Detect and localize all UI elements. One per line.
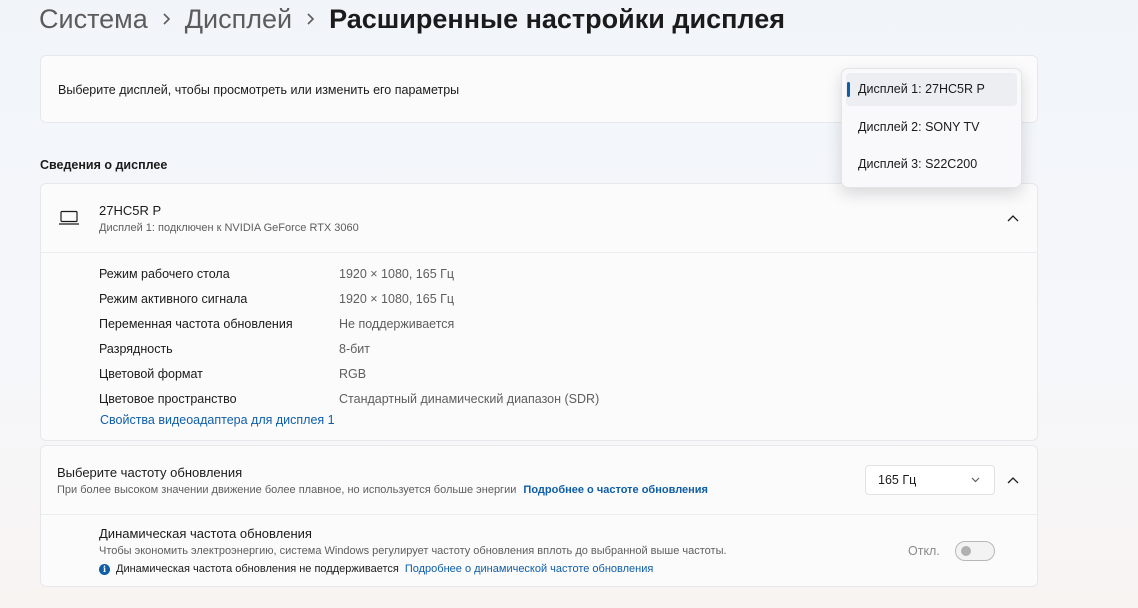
menu-item-display-2[interactable]: Дисплей 2: SONY TV: [846, 111, 1017, 144]
monitor-icon: [59, 210, 79, 225]
display-info-header[interactable]: 27HC5R P Дисплей 1: подключен к NVIDIA G…: [41, 184, 1037, 253]
refresh-rate-title: Выберите частоту обновления: [57, 465, 243, 480]
display-info-card: 27HC5R P Дисплей 1: подключен к NVIDIA G…: [40, 183, 1038, 441]
dynamic-refresh-title: Динамическая частота обновления: [99, 526, 312, 541]
property-value: 1920 × 1080, 165 Гц: [339, 292, 455, 306]
refresh-rate-description: При более высоком значении движение боле…: [57, 484, 517, 496]
property-value: 8-бит: [339, 342, 370, 356]
property-key: Цветовое пространство: [99, 392, 237, 406]
refresh-rate-subtitle: При более высоком значении движение боле…: [57, 484, 708, 496]
menu-item-label: Дисплей 1: 27HC5R P: [858, 82, 985, 96]
toggle-knob: [961, 546, 971, 556]
dynamic-refresh-subtitle: Чтобы экономить электроэнергию, система …: [99, 545, 727, 557]
property-row: Цветовой формат RGB: [99, 362, 599, 387]
property-value: 1920 × 1080, 165 Гц: [339, 267, 455, 281]
property-row: Режим рабочего стола 1920 × 1080, 165 Гц: [99, 262, 599, 287]
display-select-menu: Дисплей 1: 27HC5R P Дисплей 2: SONY TV Д…: [841, 68, 1022, 188]
breadcrumb-display[interactable]: Дисплей: [185, 4, 292, 35]
property-key: Режим рабочего стола: [99, 267, 230, 281]
breadcrumb: Система Дисплей Расширенные настройки ди…: [39, 2, 785, 36]
property-key: Режим активного сигнала: [99, 292, 248, 306]
property-key: Цветовой формат: [99, 367, 203, 381]
property-row: Разрядность 8-бит: [99, 337, 599, 362]
selection-indicator: [847, 82, 850, 97]
menu-item-display-3[interactable]: Дисплей 3: S22C200: [846, 148, 1017, 181]
refresh-rate-dropdown[interactable]: 165 Гц: [865, 465, 995, 495]
display-description: Дисплей 1: подключен к NVIDIA GeForce RT…: [99, 222, 359, 234]
refresh-rate-card: Выберите частоту обновления При более вы…: [40, 445, 1038, 587]
info-icon: i: [99, 563, 110, 575]
refresh-rate-value: 165 Гц: [878, 473, 917, 487]
property-value: RGB: [339, 367, 367, 381]
display-select-label: Выберите дисплей, чтобы просмотреть или …: [58, 83, 460, 97]
dynamic-refresh-note: i Динамическая частота обновления не под…: [99, 563, 653, 575]
dynamic-refresh-toggle[interactable]: [955, 541, 995, 561]
menu-item-display-1[interactable]: Дисплей 1: 27HC5R P: [846, 73, 1017, 106]
property-row: Переменная частота обновления Не поддерж…: [99, 312, 599, 337]
page-title: Расширенные настройки дисплея: [329, 3, 785, 34]
property-value: Не поддерживается: [339, 317, 455, 331]
refresh-rate-header: Выберите частоту обновления При более вы…: [41, 446, 1037, 515]
display-properties: Режим рабочего стола 1920 × 1080, 165 Гц…: [99, 262, 599, 412]
adapter-properties-link[interactable]: Свойства видеоадаптера для дисплея 1: [100, 413, 335, 427]
chevron-up-icon[interactable]: [1007, 214, 1019, 222]
property-key: Переменная частота обновления: [99, 317, 293, 331]
property-value: Стандартный динамический диапазон (SDR): [339, 392, 600, 406]
toggle-state-label: Откл.: [908, 544, 940, 558]
breadcrumb-system[interactable]: Система: [39, 4, 148, 35]
menu-item-label: Дисплей 2: SONY TV: [858, 120, 980, 134]
property-key: Разрядность: [99, 342, 173, 356]
property-row: Режим активного сигнала 1920 × 1080, 165…: [99, 287, 599, 312]
dynamic-refresh-note-text: Динамическая частота обновления не подде…: [116, 563, 399, 575]
chevron-down-icon: [971, 477, 980, 483]
chevron-right-icon: [306, 12, 315, 26]
display-name: 27HC5R P: [99, 203, 162, 218]
menu-item-label: Дисплей 3: S22C200: [858, 157, 978, 171]
dynamic-refresh-learn-more-link[interactable]: Подробнее о динамической частоте обновле…: [405, 563, 653, 575]
chevron-up-icon[interactable]: [1007, 476, 1019, 484]
property-row: Цветовое пространство Стандартный динами…: [99, 387, 599, 412]
section-title-display-info: Сведения о дисплее: [40, 158, 168, 172]
refresh-rate-learn-more-link[interactable]: Подробнее о частоте обновления: [523, 484, 708, 496]
chevron-right-icon: [162, 12, 171, 26]
